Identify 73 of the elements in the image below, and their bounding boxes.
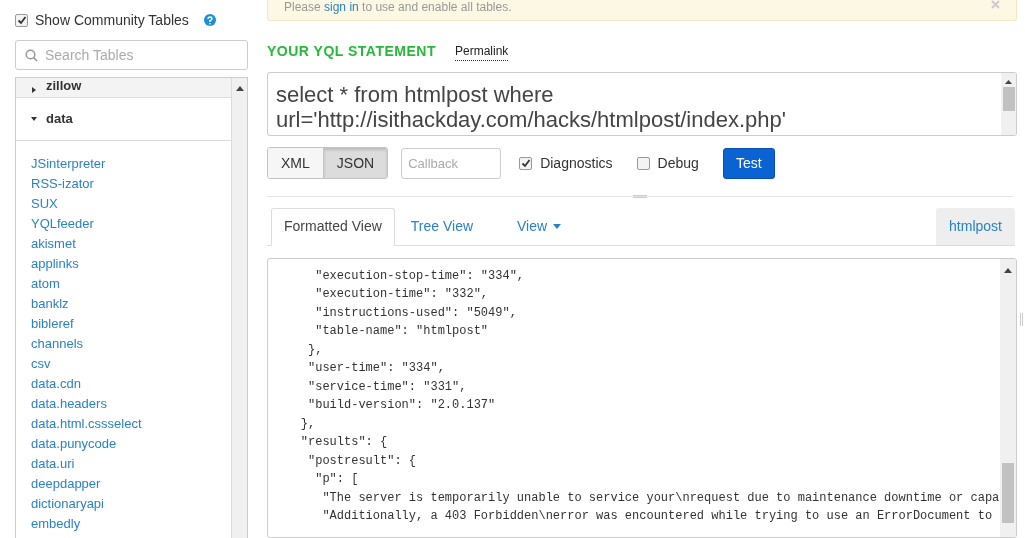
scrollbar[interactable] — [1001, 72, 1016, 136]
view-tab[interactable]: View — [505, 207, 574, 246]
search-input[interactable]: Search Tables — [45, 44, 225, 66]
table-tag[interactable]: htmlpost — [936, 207, 1015, 245]
caret-icon — [553, 224, 562, 230]
resize-grip[interactable] — [1019, 313, 1023, 326]
code-line: "user-time": "334", — [307, 360, 446, 378]
checkbox[interactable] — [636, 156, 650, 170]
scrollbar[interactable] — [1000, 258, 1016, 537]
checkbox-label: Show Community Tables — [35, 10, 189, 30]
format-toggle[interactable]: JSON — [322, 148, 388, 179]
code-line: "p": [ — [314, 471, 360, 489]
code-line: "build-version": "2.0.137" — [307, 397, 497, 415]
table-link[interactable]: YQLfeeder — [31, 214, 231, 234]
code-line: "results": { — [299, 434, 389, 452]
code-line: }, — [307, 341, 324, 359]
code-line: "table-name": "htmlpost" — [314, 323, 490, 341]
resize-grip[interactable] — [633, 195, 647, 199]
query-line: url='http://isithackday.com/hacks/htmlpost/index.php' — [276, 106, 787, 132]
table-link[interactable]: applinks — [31, 254, 231, 274]
test-button[interactable]: Test — [722, 147, 775, 179]
up-arrow-icon[interactable] — [1004, 267, 1012, 273]
table-link[interactable]: data.headers — [31, 394, 231, 414]
code-line: "service-time": "331", — [307, 378, 468, 396]
view-tab[interactable]: Formatted View — [271, 207, 395, 246]
format-toggle[interactable]: XML — [268, 148, 323, 179]
table-link[interactable]: csv — [31, 354, 231, 374]
section-heading: YOUR YQL STATEMENT — [267, 42, 436, 62]
table-group[interactable]: zillow — [16, 78, 231, 98]
code-line: }, — [299, 415, 317, 433]
query-editor[interactable]: select * from htmlpost where url='http://isithackday.com/hacks/htmlpost/index.php' — [267, 71, 1017, 137]
code-line: "instructions-used": "5049", — [314, 304, 518, 322]
up-arrow-icon[interactable] — [1005, 79, 1012, 84]
notice-text: Please sign in to use and enable all tables. — [284, 0, 512, 14]
table-link[interactable]: SUX — [31, 194, 231, 214]
table-link[interactable]: bibleref — [31, 314, 231, 334]
code-line: "execution-stop-time": "334", — [314, 267, 526, 285]
code-line: "execution-time": "332", — [314, 286, 490, 304]
table-link[interactable]: embedly — [31, 514, 231, 534]
checkbox-label: Debug — [657, 153, 699, 173]
table-link[interactable]: data.html.cssselect — [31, 414, 231, 434]
checkbox[interactable] — [519, 156, 533, 170]
caret-icon — [31, 87, 37, 93]
table-link[interactable]: data.cdn — [31, 374, 231, 394]
sign-in-link[interactable]: sign in — [324, 0, 359, 14]
table-link[interactable]: JSinterpreter — [31, 154, 231, 174]
caret-icon — [31, 116, 37, 122]
table-link[interactable]: data.punycode — [31, 434, 231, 454]
up-arrow-icon[interactable] — [235, 86, 244, 91]
table-link[interactable]: data.uri — [31, 454, 231, 474]
table-link[interactable]: banklz — [31, 294, 231, 314]
checkbox[interactable] — [15, 13, 28, 27]
table-link[interactable]: akismet — [31, 234, 231, 254]
scroll-thumb[interactable] — [1002, 86, 1015, 111]
table-link[interactable]: RSS-izator — [31, 174, 231, 194]
callback-field[interactable]: Callback — [401, 147, 502, 179]
checkbox-label: Diagnostics — [540, 153, 613, 173]
search-field[interactable]: Search Tables — [15, 40, 248, 70]
table-link[interactable]: atom — [31, 274, 231, 294]
table-link[interactable]: deepdapper — [31, 474, 231, 494]
view-tab[interactable]: Tree View — [398, 207, 486, 246]
table-link[interactable]: dictionaryapi — [31, 494, 231, 514]
scrollbar[interactable] — [231, 78, 247, 538]
help-icon[interactable] — [203, 14, 216, 26]
close-icon[interactable] — [991, 0, 1000, 9]
search-icon — [25, 48, 38, 62]
scroll-thumb[interactable] — [1002, 462, 1014, 523]
code-line: "The server is temporarily unable to service your\nrequest due to maintenance downtime or capa — [321, 489, 1000, 507]
code-line: "Additionally, a 403 Forbidden\nerror was encountered while trying to use an ErrorDocument to — [321, 508, 994, 526]
table-link[interactable]: channels — [31, 334, 231, 354]
permalink-link[interactable]: Permalink — [455, 42, 509, 62]
query-line: select * from htmlpost where — [276, 81, 555, 107]
code-line: "postresult": { — [307, 452, 418, 470]
